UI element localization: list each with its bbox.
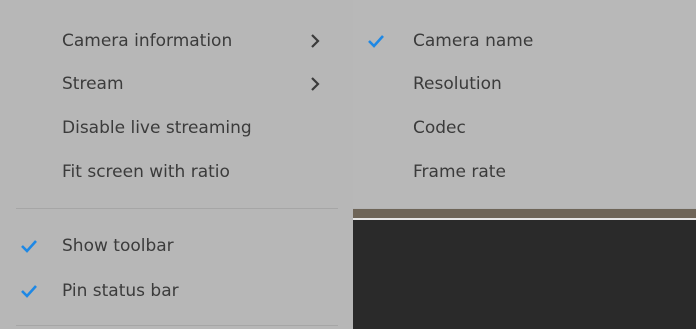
menu-item-show-toolbar[interactable]: Show toolbar	[0, 224, 353, 268]
menu-item-label: Show toolbar	[62, 236, 174, 256]
chevron-right-icon	[307, 33, 323, 49]
chevron-right-icon	[307, 76, 323, 92]
video-top-strip	[353, 209, 696, 218]
video-content	[353, 220, 696, 329]
menu-item-label: Stream	[62, 74, 124, 94]
submenu-item-label: Camera name	[413, 31, 534, 51]
context-menu: Camera information Stream Disable live s…	[0, 0, 353, 329]
check-icon	[18, 235, 40, 257]
menu-item-disable-live-streaming[interactable]: Disable live streaming	[0, 106, 353, 150]
submenu-item-label: Frame rate	[413, 162, 506, 182]
check-icon	[18, 280, 40, 302]
menu-item-label: Fit screen with ratio	[62, 162, 230, 182]
menu-item-stream[interactable]: Stream	[0, 62, 353, 106]
menu-item-label: Pin status bar	[62, 281, 179, 301]
menu-item-label: Camera information	[62, 31, 233, 51]
menu-separator	[16, 208, 338, 209]
submenu-item-codec[interactable]: Codec	[353, 106, 696, 150]
check-icon	[365, 30, 387, 52]
submenu-item-frame-rate[interactable]: Frame rate	[353, 150, 696, 194]
menu-separator	[16, 325, 338, 326]
submenu-item-resolution[interactable]: Resolution	[353, 62, 696, 106]
menu-item-pin-status-bar[interactable]: Pin status bar	[0, 269, 353, 313]
submenu-item-label: Codec	[413, 118, 466, 138]
camera-information-submenu: Camera name Resolution Codec Frame rate	[353, 0, 696, 208]
menu-item-camera-information[interactable]: Camera information	[0, 19, 353, 63]
menu-item-fit-screen-with-ratio[interactable]: Fit screen with ratio	[0, 150, 353, 194]
submenu-item-camera-name[interactable]: Camera name	[353, 19, 696, 63]
submenu-item-label: Resolution	[413, 74, 502, 94]
video-preview-area	[353, 209, 696, 329]
menu-item-label: Disable live streaming	[62, 118, 252, 138]
